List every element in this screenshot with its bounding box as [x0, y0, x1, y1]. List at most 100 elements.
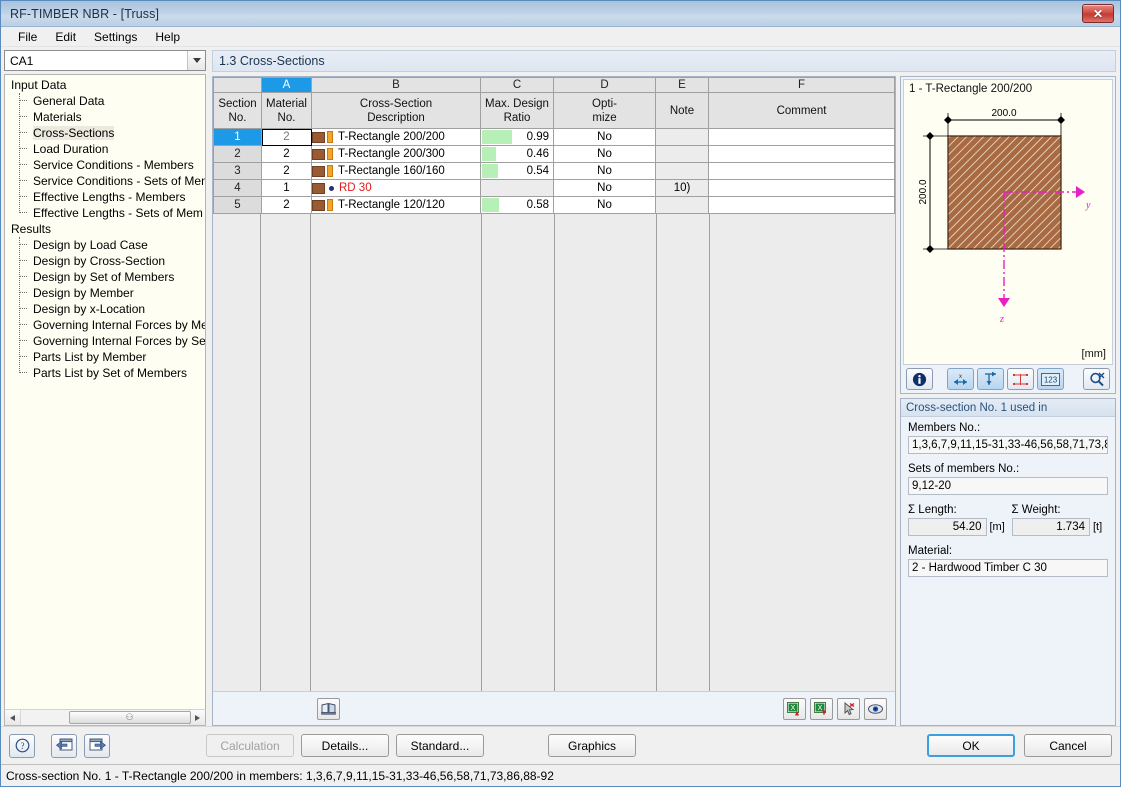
sidebar-item-materials[interactable]: Materials — [5, 109, 205, 125]
row-number-cell[interactable]: 4 — [213, 179, 262, 197]
scrollbar-thumb[interactable]: ⚇ — [69, 711, 191, 724]
material-no-cell[interactable]: 1 — [261, 179, 312, 197]
import-from-excel-button[interactable]: X — [810, 697, 833, 720]
standard-button[interactable]: Standard... — [396, 734, 484, 757]
description-cell[interactable]: T-Rectangle 160/160 — [311, 162, 481, 180]
material-no-cell[interactable]: 2 — [261, 162, 312, 180]
sets-of-members-field[interactable]: 9,12-20 — [908, 477, 1108, 495]
material-no-cell[interactable]: 2 — [261, 196, 312, 214]
optimize-cell[interactable]: No — [553, 179, 656, 197]
comment-cell[interactable] — [708, 128, 895, 146]
length-unit: [m] — [989, 521, 1005, 533]
sidebar-item-service-conditions-members[interactable]: Service Conditions - Members — [5, 157, 205, 173]
column-letter-B[interactable]: B — [311, 77, 481, 93]
material-field[interactable]: 2 - Hardwood Timber C 30 — [908, 559, 1108, 577]
sidebar-item-load-duration[interactable]: Load Duration — [5, 141, 205, 157]
book-icon — [321, 703, 336, 715]
comment-cell[interactable] — [708, 145, 895, 163]
sidebar-item-governing-internal-forces-by-me[interactable]: Governing Internal Forces by Me — [5, 317, 205, 333]
scroll-right-button[interactable] — [189, 710, 205, 725]
optimize-cell[interactable]: No — [553, 162, 656, 180]
members-field[interactable]: 1,3,6,7,9,11,15-31,33-46,56,58,71,73,86,… — [908, 436, 1108, 454]
column-letter-C[interactable]: C — [480, 77, 554, 93]
table-row[interactable]: 4 1 RD 30 No 10) — [213, 179, 895, 197]
table-row[interactable]: 1 2 T-Rectangle 200/200 0.99 No — [213, 128, 895, 146]
ok-button[interactable]: OK — [927, 734, 1015, 757]
column-header-line2: Note — [669, 104, 695, 117]
menu-item-edit[interactable]: Edit — [46, 28, 85, 46]
sidebar-item-design-by-x-location[interactable]: Design by x-Location — [5, 301, 205, 317]
comment-cell[interactable] — [708, 196, 895, 214]
combobox-arrow[interactable] — [187, 51, 205, 70]
menu-item-help[interactable]: Help — [146, 28, 189, 46]
view-button[interactable] — [864, 697, 887, 720]
help-button[interactable]: ? — [9, 733, 35, 758]
description-cell[interactable]: RD 30 — [311, 179, 481, 197]
comment-cell[interactable] — [708, 179, 895, 197]
pick-from-model-button[interactable] — [837, 697, 860, 720]
sidebar-item-parts-list-by-set-of-members[interactable]: Parts List by Set of Members — [5, 365, 205, 381]
column-letter-A[interactable]: A — [261, 77, 312, 93]
material-no-cell[interactable]: 2 — [261, 145, 312, 163]
description-cell[interactable]: T-Rectangle 200/300 — [311, 145, 481, 163]
sidebar-item-general-data[interactable]: General Data — [5, 93, 205, 109]
library-button[interactable] — [317, 697, 340, 720]
sidebar-item-cross-sections[interactable]: Cross-Sections — [5, 125, 205, 141]
zoom-reset-button[interactable] — [1083, 368, 1110, 390]
description-cell[interactable]: T-Rectangle 120/120 — [311, 196, 481, 214]
table-row[interactable]: 5 2 T-Rectangle 120/120 0.58 No — [213, 196, 895, 214]
row-number-cell[interactable]: 1 — [213, 128, 262, 146]
cross-sections-table[interactable]: A B C D E F Section No. Material No. Cross-Section… — [213, 77, 895, 214]
row-number-cell[interactable]: 2 — [213, 145, 262, 163]
info-button[interactable] — [906, 368, 933, 390]
cancel-button[interactable]: Cancel — [1024, 734, 1112, 757]
scrollbar-track[interactable]: ⚇ — [21, 710, 191, 725]
column-letter-E[interactable]: E — [655, 77, 709, 93]
sidebar-item-parts-list-by-member[interactable]: Parts List by Member — [5, 349, 205, 365]
sidebar-item-governing-internal-forces-by-set[interactable]: Governing Internal Forces by Set — [5, 333, 205, 349]
description-text: T-Rectangle 200/300 — [338, 148, 445, 160]
graphics-button[interactable]: Graphics — [548, 734, 636, 757]
comment-cell[interactable] — [708, 162, 895, 180]
nav-group-results[interactable]: Results — [5, 221, 205, 237]
optimize-cell[interactable]: No — [553, 145, 656, 163]
previous-dialog-button[interactable] — [51, 733, 77, 758]
optimize-cell[interactable]: No — [553, 196, 656, 214]
numbers-button[interactable]: 123 — [1037, 368, 1064, 390]
table-row[interactable]: 2 2 T-Rectangle 200/300 0.46 No — [213, 145, 895, 163]
dimension-details-button[interactable] — [1007, 368, 1034, 390]
row-number-cell[interactable]: 3 — [213, 162, 262, 180]
nav-group-input-data[interactable]: Input Data — [5, 77, 205, 93]
sidebar-item-design-by-set-of-members[interactable]: Design by Set of Members — [5, 269, 205, 285]
cross-section-canvas[interactable]: 1 - T-Rectangle 200/200 200.0 200.0 y z … — [903, 79, 1113, 365]
close-button[interactable]: ✕ — [1082, 4, 1114, 23]
description-cell[interactable]: T-Rectangle 200/200 — [311, 128, 481, 146]
axes-button[interactable] — [977, 368, 1004, 390]
navigator-hscrollbar[interactable]: ⚇ — [4, 709, 206, 726]
column-letter-F[interactable]: F — [708, 77, 895, 93]
details-button[interactable]: Details... — [301, 734, 389, 757]
sidebar-item-design-by-member[interactable]: Design by Member — [5, 285, 205, 301]
sidebar-item-design-by-load-case[interactable]: Design by Load Case — [5, 237, 205, 253]
section-shape-icon — [327, 148, 333, 160]
dimension-width-button[interactable]: x — [947, 368, 974, 390]
optimize-cell[interactable]: No — [553, 128, 656, 146]
column-letter-corner[interactable] — [213, 77, 262, 93]
menu-item-settings[interactable]: Settings — [85, 28, 146, 46]
calculation-button[interactable]: Calculation — [206, 734, 294, 757]
design-case-combobox[interactable]: CA1 — [4, 50, 206, 71]
material-no-cell[interactable]: 2 — [261, 128, 312, 146]
sidebar-item-design-by-cross-section[interactable]: Design by Cross-Section — [5, 253, 205, 269]
navigator-tree[interactable]: Input Data General Data Materials Cross-Sec… — [4, 74, 206, 709]
export-to-excel-button[interactable]: X — [783, 697, 806, 720]
row-number-cell[interactable]: 5 — [213, 196, 262, 214]
scroll-left-button[interactable] — [5, 710, 21, 725]
menu-item-file[interactable]: File — [9, 28, 46, 46]
table-row[interactable]: 3 2 T-Rectangle 160/160 0.54 No — [213, 162, 895, 180]
next-dialog-button[interactable] — [84, 733, 110, 758]
sidebar-item-service-conditions-sets-of-mem[interactable]: Service Conditions - Sets of Mem — [5, 173, 205, 189]
sidebar-item-effective-lengths-sets-of-mem[interactable]: Effective Lengths - Sets of Mem — [5, 205, 205, 221]
sidebar-item-effective-lengths-members[interactable]: Effective Lengths - Members — [5, 189, 205, 205]
close-icon: ✕ — [1092, 6, 1104, 21]
column-letter-D[interactable]: D — [553, 77, 656, 93]
